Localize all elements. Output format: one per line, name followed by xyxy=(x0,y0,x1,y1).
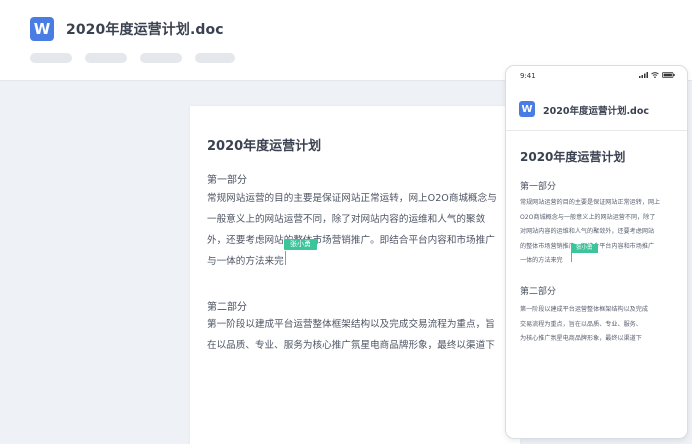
paragraph-line: 常规网站运营的目的主要是保证网站正常运转，网上 xyxy=(520,199,661,206)
collaborator-tag: 张小勇 xyxy=(284,239,317,250)
header-divider xyxy=(506,130,687,131)
paragraph[interactable]: 第一阶段以建成平台运营整体框架结构以及完成 交易流程为重点，旨在以品质、专业、服… xyxy=(520,303,648,347)
wifi-icon xyxy=(651,72,659,78)
paragraph[interactable]: 常规网站运营的目的主要是保证网站正常运转，网上 O2O商城概念与一般意义上的网站… xyxy=(520,196,660,269)
word-app-icon: W xyxy=(519,101,535,117)
paragraph[interactable]: 常规网站运营的目的主要是保证网站正常运转，网上O2O商城概念与 一般意义上的网站… xyxy=(207,188,497,272)
battery-icon xyxy=(662,72,675,78)
document-title: 2020年度运营计划.doc xyxy=(66,22,224,38)
section-heading: 第二部分 xyxy=(207,302,247,313)
status-icons xyxy=(639,72,675,78)
paragraph-line: 常规网站运营的目的主要是保证网站正常运转，网上O2O商城概念与 xyxy=(207,193,497,204)
section-heading: 第二部分 xyxy=(520,287,557,297)
paragraph[interactable]: 第一阶段以建成平台运营整体框架结构以及完成交易流程为重点，旨 在以品质、专业、服… xyxy=(207,314,495,356)
doc-heading: 2020年度运营计划 xyxy=(207,139,322,154)
toolbar-placeholder[interactable] xyxy=(30,53,72,63)
status-time: 9:41 xyxy=(520,72,536,80)
paragraph-line: O2O商城概念与一般意义上的网站运营不同，除了 xyxy=(520,213,656,221)
mobile-preview: 9:41 W 2020年度运营计划.doc 2020年度运营计划 第一部分 常规… xyxy=(505,65,688,439)
toolbar-placeholder[interactable] xyxy=(140,53,182,63)
paragraph-line: 一体的方法来完 xyxy=(520,257,563,264)
collaborator-tag: 张小勇 xyxy=(571,244,598,253)
paragraph-line: 第一阶段以建成平台运营整体框架结构以及完成交易流程为重点，旨 xyxy=(207,319,495,330)
section-heading: 第一部分 xyxy=(520,182,557,192)
paragraph-line: 交易流程为重点，旨在以品质、专业、服务、 xyxy=(520,320,642,328)
paragraph-line: 为核心推广氛星电商品牌形象，最终以渠道下 xyxy=(520,335,642,342)
collaborator-cursor xyxy=(571,253,572,262)
document-page[interactable]: 2020年度运营计划 第一部分 常规网站运营的目的主要是保证网站正常运转，网上O… xyxy=(190,106,520,444)
paragraph-line: 一般意义上的网站运营不同，除了对网站内容的运维和人气的聚敛 xyxy=(207,214,486,225)
collaborator-cursor xyxy=(285,251,286,265)
paragraph-line: 外，还要考虑网站的整体市场营销推广。即结合平台内容和市场推广 xyxy=(207,235,495,246)
paragraph-line: 在以品质、专业、服务为核心推广氛星电商品牌形象，最终以渠道下 xyxy=(207,340,495,351)
signal-icon xyxy=(639,72,648,78)
paragraph-line: 与一体的方法来完 xyxy=(207,256,284,267)
section-heading: 第一部分 xyxy=(207,175,247,186)
document-title: 2020年度运营计划.doc xyxy=(543,106,650,117)
toolbar-placeholder[interactable] xyxy=(195,53,235,63)
doc-heading: 2020年度运营计划 xyxy=(520,150,626,164)
paragraph-line: 第一阶段以建成平台运营整体框架结构以及完成 xyxy=(520,306,648,313)
toolbar-placeholder[interactable] xyxy=(85,53,127,63)
paragraph-line: 对网站内容的运维和人气的聚敛外，还要考虑网站 xyxy=(520,228,655,235)
word-app-icon: W xyxy=(30,17,54,41)
